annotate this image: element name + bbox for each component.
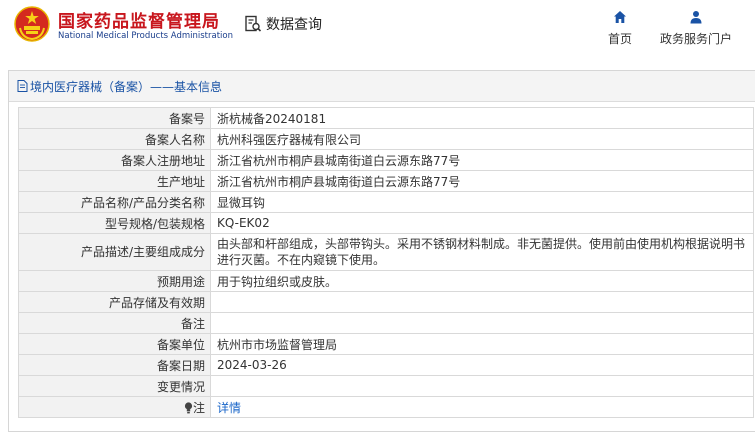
row-label: 备注 xyxy=(18,312,211,334)
detail-table: 备案号 浙杭械备20240181 备案人名称 杭州科强医疗器械有限公司 备案人注… xyxy=(18,107,754,418)
row-value: 浙杭械备20240181 xyxy=(210,107,754,129)
row-value xyxy=(210,375,754,397)
row-value: 杭州科强医疗器械有限公司 xyxy=(210,128,754,150)
row-value xyxy=(210,291,754,313)
row-label: 备案日期 xyxy=(18,354,211,376)
table-row: 备案号 浙杭械备20240181 xyxy=(18,107,754,129)
row-value: 浙江省杭州市桐庐县城南街道白云源东路77号 xyxy=(210,149,754,171)
row-label: 备案人注册地址 xyxy=(18,149,211,171)
site-header: 国家药品监督管理局 National Medical Products Admi… xyxy=(0,0,755,58)
row-label: 产品存储及有效期 xyxy=(18,291,211,313)
table-row: 预期用途 用于钩拉组织或皮肤。 xyxy=(18,270,754,292)
row-value: 2024-03-26 xyxy=(210,354,754,376)
brand-name-cn: 国家药品监督管理局 xyxy=(58,12,220,32)
home-icon xyxy=(614,11,626,23)
row-label: 生产地址 xyxy=(18,170,211,192)
row-label: 型号规格/包装规格 xyxy=(18,212,211,234)
table-row: 变更情况 xyxy=(18,375,754,397)
table-row: 备注 xyxy=(18,312,754,334)
section-title-bar: 境内医疗器械（备案）——基本信息 xyxy=(9,71,755,102)
row-value: 杭州市市场监督管理局 xyxy=(210,333,754,355)
brand-name-en: National Medical Products Administration xyxy=(58,31,233,41)
detail-panel: 境内医疗器械（备案）——基本信息 备案号 浙杭械备20240181 备案人名称 … xyxy=(8,70,755,432)
row-value: 显微耳钩 xyxy=(210,191,754,213)
national-emblem-icon xyxy=(14,6,50,42)
note-label: 注 xyxy=(192,400,205,415)
row-value xyxy=(210,312,754,334)
table-row: 注 详情 xyxy=(18,396,754,418)
row-label: 备案人名称 xyxy=(18,128,211,150)
lightbulb-icon xyxy=(184,401,193,413)
details-link[interactable]: 详情 xyxy=(217,401,241,415)
row-value: 详情 xyxy=(210,396,754,418)
row-label: 备案号 xyxy=(18,107,211,129)
nav-service-portal[interactable]: 政务服务门户 xyxy=(658,10,734,47)
row-label: 备案单位 xyxy=(18,333,211,355)
nav-home-label: 首页 xyxy=(607,32,632,46)
search-document-icon xyxy=(245,15,262,32)
row-value: 用于钩拉组织或皮肤。 xyxy=(210,270,754,292)
row-label: 预期用途 xyxy=(18,270,211,292)
user-icon xyxy=(690,11,702,24)
row-value: 由头部和杆部组成，头部带钩头。采用不锈钢材料制成。非无菌提供。使用前由使用机构根… xyxy=(210,233,754,271)
table-row: 备案日期 2024-03-26 xyxy=(18,354,754,376)
table-row: 型号规格/包装规格 KQ-EK02 xyxy=(18,212,754,234)
nav-home[interactable]: 首页 xyxy=(606,10,634,47)
table-row: 产品描述/主要组成成分 由头部和杆部组成，头部带钩头。采用不锈钢材料制成。非无菌… xyxy=(18,233,754,271)
row-label: 产品描述/主要组成成分 xyxy=(18,233,211,271)
row-label: 产品名称/产品分类名称 xyxy=(18,191,211,213)
table-row: 产品存储及有效期 xyxy=(18,291,754,313)
row-value: KQ-EK02 xyxy=(210,212,754,234)
row-label: 变更情况 xyxy=(18,375,211,397)
row-value: 浙江省杭州市桐庐县城南街道白云源东路77号 xyxy=(210,170,754,192)
section-title: 境内医疗器械（备案）——基本信息 xyxy=(30,79,223,94)
row-label: 注 xyxy=(18,396,211,418)
table-row: 备案人名称 杭州科强医疗器械有限公司 xyxy=(18,128,754,150)
table-row: 生产地址 浙江省杭州市桐庐县城南街道白云源东路77号 xyxy=(18,170,754,192)
table-row: 备案单位 杭州市市场监督管理局 xyxy=(18,333,754,355)
table-row: 产品名称/产品分类名称 显微耳钩 xyxy=(18,191,754,213)
data-query-link[interactable]: 数据查询 xyxy=(244,14,322,34)
table-row: 备案人注册地址 浙江省杭州市桐庐县城南街道白云源东路77号 xyxy=(18,149,754,171)
document-icon xyxy=(17,80,28,92)
nav-service-portal-label: 政务服务门户 xyxy=(659,32,732,46)
data-query-label: 数据查询 xyxy=(266,17,322,33)
